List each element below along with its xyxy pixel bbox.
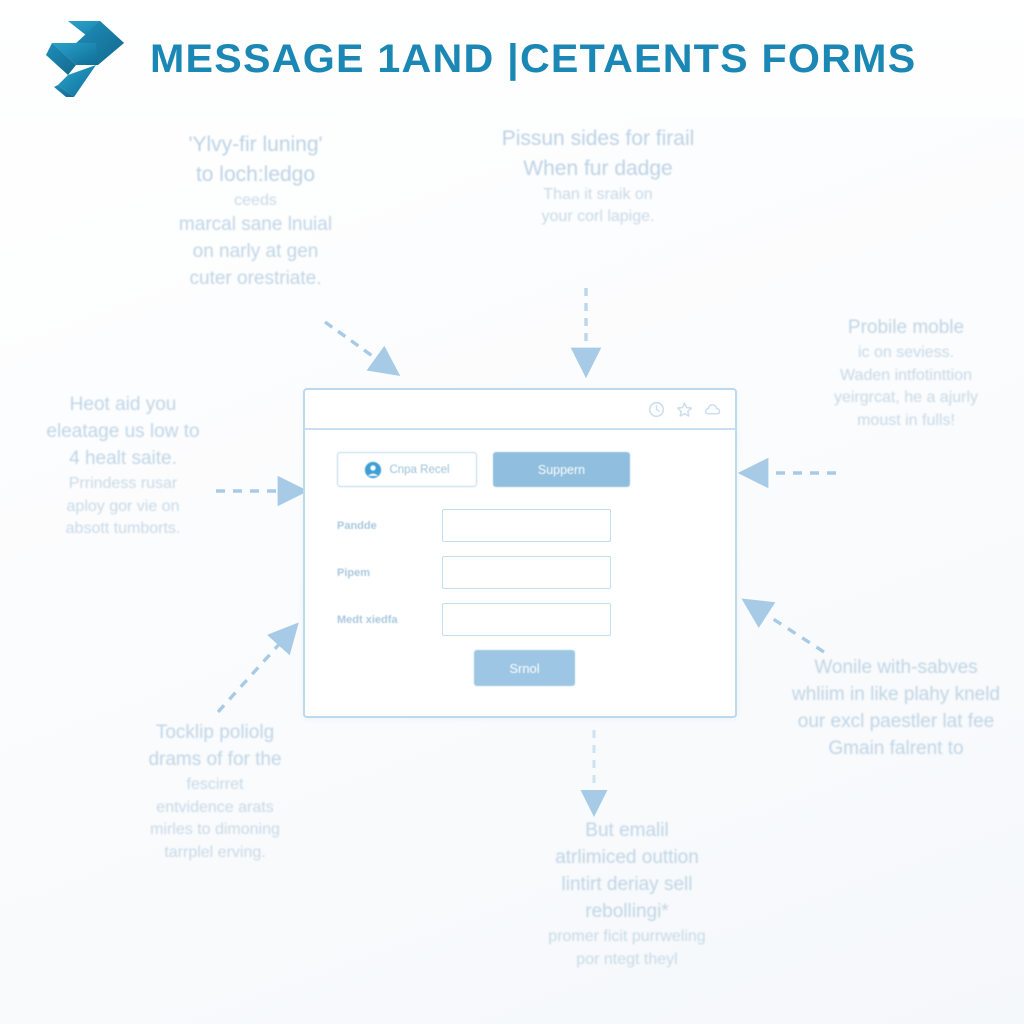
infographic-page: MESSAGE 1AND |CETAENTS FORMS 'Ylvy-fir l… — [0, 0, 1024, 1024]
submit-button[interactable]: Srnol — [474, 650, 575, 686]
annotation-line: Heot aid you — [69, 394, 177, 415]
arrow-bottom-left — [216, 622, 299, 714]
window-content: Cnpa Recel Suppern Pandde Pipem Medt xie… — [305, 430, 735, 686]
compose-button[interactable]: Cnpa Recel — [337, 452, 477, 487]
annotation-line: Gmain falrent to — [828, 737, 964, 759]
page-header: MESSAGE 1AND |CETAENTS FORMS — [0, 0, 1024, 118]
annotation-line: promer ficit purrweling — [548, 927, 706, 945]
annotation-line: Tocklip poliolg — [155, 722, 275, 743]
annotation-line: 'Ylvy-fir luning' — [188, 133, 323, 156]
annotation-top-right: Probile moble ic on seviess. Waden intfoti… — [786, 315, 1024, 433]
page-title: MESSAGE 1AND |CETAENTS FORMS — [150, 36, 917, 81]
annotation-line: atrlimiced outtion — [555, 846, 699, 868]
annotation-line: tarrplel erving. — [164, 844, 266, 862]
annotation-line: Waden intfotinttion — [840, 366, 972, 384]
annotation-line: marcal sane lnuial — [178, 214, 333, 236]
compose-button-label: Cnpa Recel — [389, 463, 450, 476]
annotation-line: lintirt deriay sell — [561, 873, 693, 895]
annotation-line: Probile moble — [847, 317, 965, 338]
annotation-line: to loch:ledgo — [195, 162, 316, 186]
annotation-line: your corl lapige. — [541, 208, 655, 226]
annotation-line: fescirret — [186, 775, 244, 793]
submit-button-label: Srnol — [509, 660, 540, 676]
annotation-line: drams of for the — [148, 748, 282, 770]
annotation-line: on narly at gen — [192, 241, 319, 263]
star-icon[interactable] — [676, 401, 693, 418]
annotation-line: yeirgrcat, he a ajurly — [833, 389, 979, 407]
annotation-line: aploy gor vie on — [66, 497, 180, 515]
annotation-line: Pissun sides for firail — [501, 127, 695, 150]
form-label-1: Pandde — [337, 519, 377, 532]
form-input-3[interactable] — [442, 603, 611, 636]
annotation-line: Prrindess rusar — [68, 474, 178, 492]
annotation-bottom-center: But emalil atrlimiced outtion lintirt deri… — [492, 818, 762, 971]
annotation-line: cuter orestriate. — [189, 268, 322, 290]
annotation-line: por ntegt theyl — [576, 950, 678, 968]
annotation-line: entvidence arats — [156, 798, 274, 816]
form-label-2: Pipem — [337, 566, 371, 579]
annotation-line: eleatage us low to — [46, 420, 200, 442]
support-button[interactable]: Suppern — [493, 452, 630, 487]
annotation-line: rebollingi* — [585, 900, 669, 922]
annotation-line: 4 healt saite. — [69, 447, 177, 469]
annotation-line: mirles to dimoning — [150, 821, 280, 839]
cloud-icon[interactable] — [704, 401, 721, 418]
form-label-3: Medt xiedfa — [337, 613, 398, 626]
form-row: Pandde — [337, 509, 703, 542]
annotation-line: whliim in like plahy kneld — [791, 683, 1001, 705]
annotation-bottom-right: Wonile with-sabves whliim in like plahy k… — [768, 655, 1024, 763]
double-chevron-logo-icon — [46, 21, 124, 97]
form-row: Pipem — [337, 556, 703, 589]
form-input-1[interactable] — [442, 509, 611, 542]
user-avatar-icon — [365, 461, 382, 478]
form-row: Medt xiedfa — [337, 603, 703, 636]
annotation-line: moust in fulls! — [857, 412, 955, 430]
form-input-2[interactable] — [442, 556, 611, 589]
annotation-line: absott tumborts. — [65, 520, 181, 538]
annotation-middle-left: Heot aid you eleatage us low to 4 healt sa… — [8, 392, 238, 541]
annotation-line: our excl paestler lat fee — [797, 710, 995, 732]
annotation-top-left: 'Ylvy-fir luning' to loch:ledgo ceeds marca… — [118, 130, 393, 293]
browser-window-mockup: Cnpa Recel Suppern Pandde Pipem Medt xie… — [303, 388, 737, 718]
annotation-bottom-left: Tocklip poliolg drams of for the fescirret… — [100, 720, 330, 865]
annotation-line: But emalil — [585, 820, 669, 841]
annotation-line: ceeds — [234, 191, 277, 209]
arrow-top-left — [324, 320, 401, 376]
support-button-label: Suppern — [537, 462, 586, 477]
annotation-line: When fur dadge — [523, 156, 673, 180]
action-button-row: Cnpa Recel Suppern — [337, 452, 703, 487]
annotation-line: Wonile with-sabves — [814, 657, 978, 678]
arrow-bottom-right — [741, 598, 825, 654]
annotation-line: ic on seviess. — [857, 343, 955, 361]
window-titlebar — [305, 390, 735, 430]
clock-icon[interactable] — [648, 401, 665, 418]
annotation-top-center: Pissun sides for firail When fur dadge Tha… — [448, 124, 748, 229]
annotation-line: Than it sraik on — [543, 185, 653, 203]
